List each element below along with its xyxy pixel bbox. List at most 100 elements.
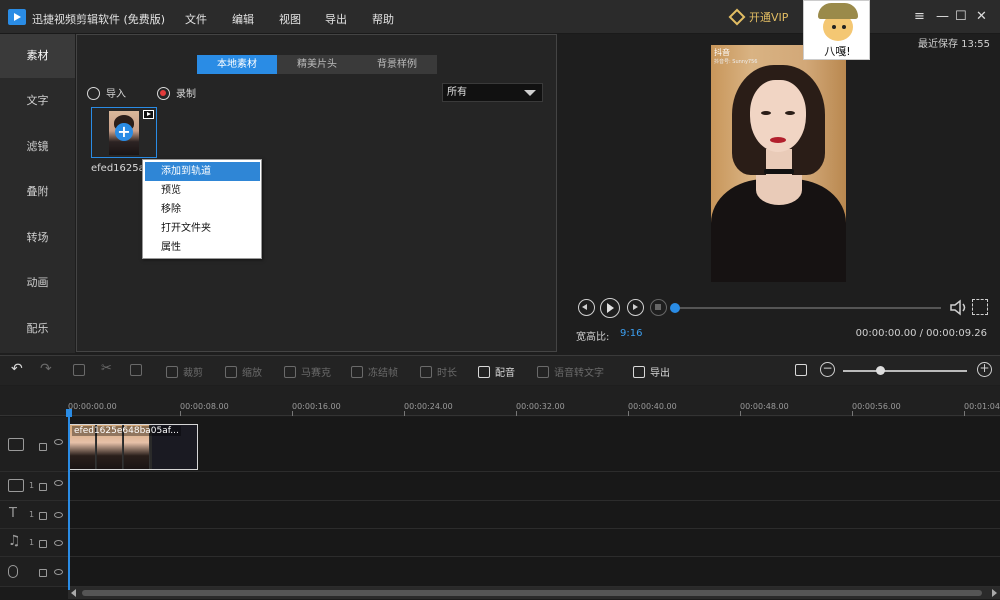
- volume-icon[interactable]: [950, 299, 968, 316]
- prev-frame-button[interactable]: [578, 299, 595, 316]
- menu-view[interactable]: 视图: [279, 11, 301, 27]
- edit-icon[interactable]: [73, 364, 90, 377]
- lock-icon[interactable]: [39, 443, 47, 451]
- material-thumbnail[interactable]: +: [91, 107, 157, 158]
- aspect-ratio-value[interactable]: 9:16: [620, 328, 642, 339]
- tick-label: 00:01:04: [964, 402, 1000, 411]
- vip-label: 开通VIP: [749, 11, 789, 24]
- filter-select[interactable]: 所有: [442, 83, 543, 102]
- tab-intros[interactable]: 精美片头: [277, 55, 357, 74]
- timeline-scrollbar[interactable]: [68, 587, 1000, 599]
- player-controls: [560, 296, 1000, 320]
- sidebar-item-transitions[interactable]: 转场: [0, 216, 75, 260]
- fit-timeline-icon[interactable]: [795, 364, 812, 377]
- tick-label: 00:00:32.00: [516, 402, 565, 411]
- sidebar-item-animation[interactable]: 动画: [0, 261, 75, 305]
- edit-toolbar: ↶ ↷ ✂ 裁剪 缩放 马赛克 冻结帧 时长 配音 语音转文字 导出 − +: [0, 355, 1000, 385]
- eye-icon[interactable]: [54, 439, 63, 445]
- crop-button[interactable]: 裁剪: [166, 364, 203, 379]
- next-frame-button[interactable]: [627, 299, 644, 316]
- record-button[interactable]: 录制: [157, 85, 196, 100]
- speaker-icon[interactable]: [54, 569, 63, 575]
- zoom-tool-button[interactable]: 缩放: [225, 364, 262, 379]
- track-lane-music[interactable]: [68, 529, 1000, 557]
- stop-button[interactable]: [650, 299, 667, 316]
- tick-label: 00:00:00.00: [68, 402, 117, 411]
- sidebar-item-filters[interactable]: 滤镜: [0, 125, 75, 169]
- delete-icon[interactable]: [130, 364, 147, 377]
- import-button[interactable]: 导入: [87, 85, 126, 100]
- maximize-button[interactable]: ☐: [955, 9, 967, 24]
- sidebar-item-music[interactable]: 配乐: [0, 307, 75, 351]
- zoom-slider-track[interactable]: [843, 370, 967, 372]
- dubbing-button[interactable]: 配音: [478, 364, 515, 379]
- export-button[interactable]: 导出: [633, 364, 670, 379]
- eye-icon[interactable]: [54, 480, 63, 486]
- ctx-properties[interactable]: 属性: [145, 238, 260, 257]
- lock-icon[interactable]: [39, 569, 47, 577]
- scroll-left-icon[interactable]: [71, 589, 76, 597]
- menu-file[interactable]: 文件: [185, 11, 207, 27]
- duration-button[interactable]: 时长: [420, 364, 457, 379]
- ctx-preview[interactable]: 预览: [145, 181, 260, 200]
- freeze-frame-icon: [351, 366, 363, 378]
- clock-icon: [420, 366, 432, 378]
- track-lane-voice[interactable]: [68, 557, 1000, 587]
- track-lane-pip[interactable]: [68, 472, 1000, 501]
- sidebar-item-text[interactable]: 文字: [0, 79, 75, 123]
- add-icon[interactable]: +: [115, 123, 133, 141]
- fullscreen-icon[interactable]: [972, 299, 988, 315]
- zoom-out-button[interactable]: −: [820, 362, 835, 377]
- eye-icon[interactable]: [54, 512, 63, 518]
- close-button[interactable]: ✕: [976, 9, 987, 24]
- tick-label: 00:00:56.00: [852, 402, 901, 411]
- ctx-remove[interactable]: 移除: [145, 200, 260, 219]
- crop-icon: [166, 366, 178, 378]
- sidebar-item-materials[interactable]: 素材: [0, 34, 75, 78]
- tick-label: 00:00:40.00: [628, 402, 677, 411]
- undo-icon[interactable]: ↶: [11, 361, 23, 377]
- minimize-button[interactable]: —: [936, 9, 949, 24]
- tab-local-materials[interactable]: 本地素材: [197, 55, 277, 74]
- lock-icon[interactable]: [39, 483, 47, 491]
- play-button[interactable]: [600, 298, 620, 318]
- sidebar-item-overlay[interactable]: 叠附: [0, 170, 75, 214]
- speech-to-text-button[interactable]: 语音转文字: [537, 364, 604, 379]
- progress-track[interactable]: [675, 307, 941, 309]
- progress-knob[interactable]: [670, 303, 680, 313]
- export-icon: [633, 366, 645, 378]
- vip-button[interactable]: 开通VIP: [728, 8, 789, 26]
- time-display: 00:00:00.00 / 00:00:09.26: [855, 328, 987, 339]
- menu-icon[interactable]: ≡: [914, 9, 925, 24]
- tab-backgrounds[interactable]: 背景样例: [357, 55, 437, 74]
- tiktok-id: 抖音号: Sunny756: [714, 59, 758, 65]
- ctx-open-folder[interactable]: 打开文件夹: [145, 219, 260, 238]
- lock-icon[interactable]: [39, 540, 47, 548]
- track-lane-main-video[interactable]: [68, 417, 1000, 472]
- ctx-add-to-track[interactable]: 添加到轨道: [145, 162, 260, 181]
- scroll-right-icon[interactable]: [992, 589, 997, 597]
- scrollbar-thumb[interactable]: [82, 590, 982, 596]
- redo-icon[interactable]: ↷: [40, 361, 52, 377]
- menu-help[interactable]: 帮助: [372, 11, 394, 27]
- timeline-clip[interactable]: efed1625e648ba05af...: [69, 424, 198, 470]
- track-lane-text[interactable]: [68, 501, 1000, 529]
- playhead[interactable]: [68, 412, 70, 590]
- lock-icon[interactable]: [39, 512, 47, 520]
- speaker-icon[interactable]: [54, 540, 63, 546]
- zoom-slider-knob[interactable]: [876, 366, 885, 375]
- menu-export[interactable]: 导出: [325, 11, 347, 27]
- video-badge-icon: [143, 110, 154, 119]
- menu-edit[interactable]: 编辑: [232, 11, 254, 27]
- import-icon: [87, 87, 100, 100]
- thumbnail-name: efed1625a: [91, 163, 145, 174]
- mosaic-button[interactable]: 马赛克: [284, 364, 331, 379]
- time-ruler[interactable]: 00:00:00.00 00:00:08.00 00:00:16.00 00:0…: [68, 386, 1000, 416]
- diamond-icon: [728, 8, 746, 26]
- tiktok-watermark: 抖音: [714, 48, 730, 57]
- scissors-icon[interactable]: ✂: [101, 361, 112, 376]
- zoom-in-button[interactable]: +: [977, 362, 992, 377]
- freeze-frame-button[interactable]: 冻结帧: [351, 364, 398, 379]
- mosaic-icon: [284, 366, 296, 378]
- text-track-icon: T: [9, 506, 17, 521]
